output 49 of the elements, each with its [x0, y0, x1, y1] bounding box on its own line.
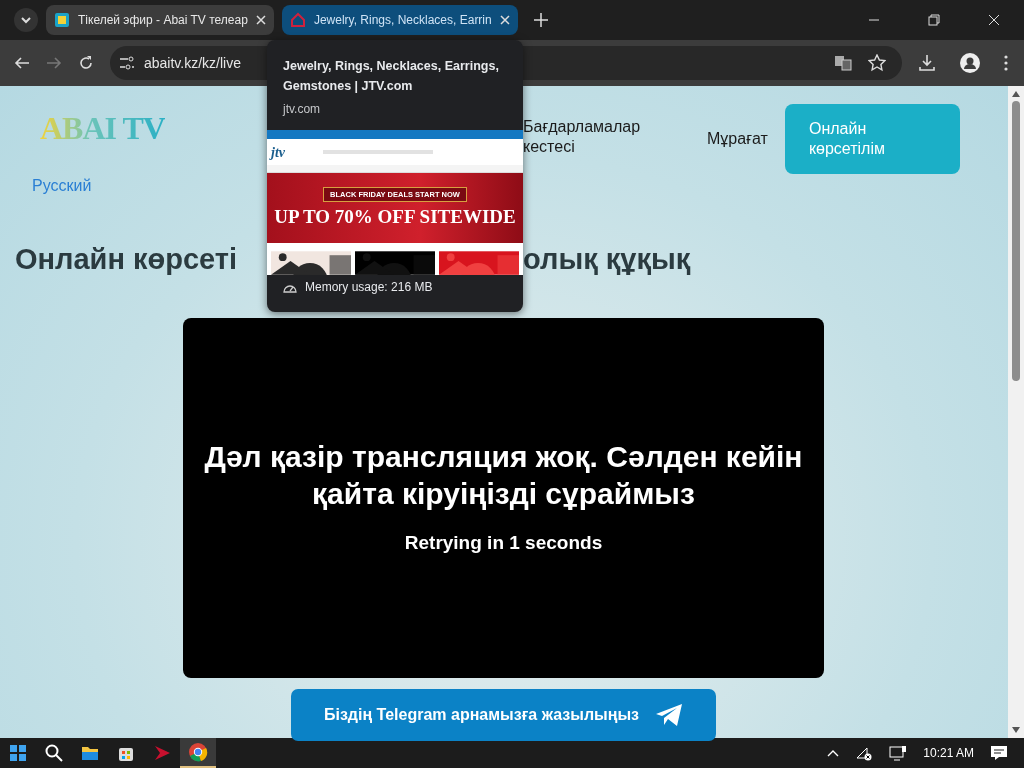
browser-tab[interactable]: Jewelry, Rings, Necklaces, Earrin [281, 5, 518, 35]
scrollbar[interactable] [1008, 86, 1024, 738]
site-settings-icon[interactable] [118, 54, 136, 72]
reload-icon[interactable] [78, 55, 94, 71]
preview-domain: jtv.com [281, 101, 322, 118]
search-icon [44, 743, 64, 763]
menu-icon[interactable] [1004, 55, 1008, 71]
scroll-down-icon[interactable] [1012, 727, 1020, 733]
bookmark-star-icon[interactable] [868, 54, 886, 72]
page-heading: Онлайн көрсеті [15, 243, 238, 275]
back-icon[interactable] [14, 55, 30, 71]
scroll-thumb[interactable] [1012, 101, 1020, 381]
memory-usage: Memory usage: 216 MB [305, 279, 433, 296]
retry-status: Retrying in 1 seconds [404, 530, 603, 555]
nav-link[interactable]: Мұрағат [707, 129, 768, 149]
clock[interactable]: 10:21 AM [923, 744, 974, 762]
download-icon[interactable] [918, 54, 936, 72]
arrow-icon [152, 743, 172, 763]
preview-title: Jewelry, Rings, Necklaces, Earrings, Gemstones | JTV.com [282, 58, 500, 95]
chevron-up-icon[interactable] [827, 749, 840, 757]
favicon-icon [289, 12, 306, 28]
chrome-icon [188, 742, 208, 762]
scroll-up-icon[interactable] [1012, 91, 1020, 97]
translate-icon[interactable] [834, 54, 852, 72]
paper-plane-icon [655, 702, 684, 727]
tab-title: Jewelry, Rings, Necklaces, Earrin [313, 12, 492, 29]
player-message: Дәл қазір трансляция жоқ. Сәлден кейін қайта кіруіңізді сұраймыз [203, 438, 804, 513]
page-heading: олық құқық [523, 242, 691, 277]
thumbnail-logo: jtv [271, 143, 285, 162]
close-icon[interactable] [988, 14, 1000, 26]
favicon-icon [54, 12, 70, 28]
tab-search-icon[interactable] [14, 8, 38, 32]
nav-link[interactable]: Бағдарламалар кестесі [523, 117, 673, 157]
tab-title: Тікелей эфир - Abai TV телеар [78, 12, 248, 29]
close-icon[interactable] [255, 15, 266, 25]
browser-tab[interactable]: Тікелей эфир - Abai TV телеар [46, 5, 274, 35]
notification-icon[interactable] [990, 745, 1008, 761]
banner-headline: UP TO 70% OFF SITEWIDE [274, 206, 516, 229]
telegram-button[interactable]: Біздің Telegram арнамызға жазылыңыз [291, 688, 716, 741]
profile-icon[interactable] [960, 53, 980, 73]
taskbar-button[interactable] [180, 738, 216, 768]
video-player[interactable]: Дәл қазір трансляция жоқ. Сәлден кейін қайта кіруіңізді сұраймыз Retrying in 1 seconds [183, 317, 824, 678]
network-off-icon[interactable] [855, 745, 874, 761]
restore-icon[interactable] [928, 14, 940, 26]
forward-icon[interactable] [46, 55, 62, 71]
display-icon[interactable] [889, 745, 908, 761]
new-tab-icon[interactable] [533, 13, 548, 27]
close-icon[interactable] [499, 15, 510, 25]
start-icon [8, 743, 28, 763]
